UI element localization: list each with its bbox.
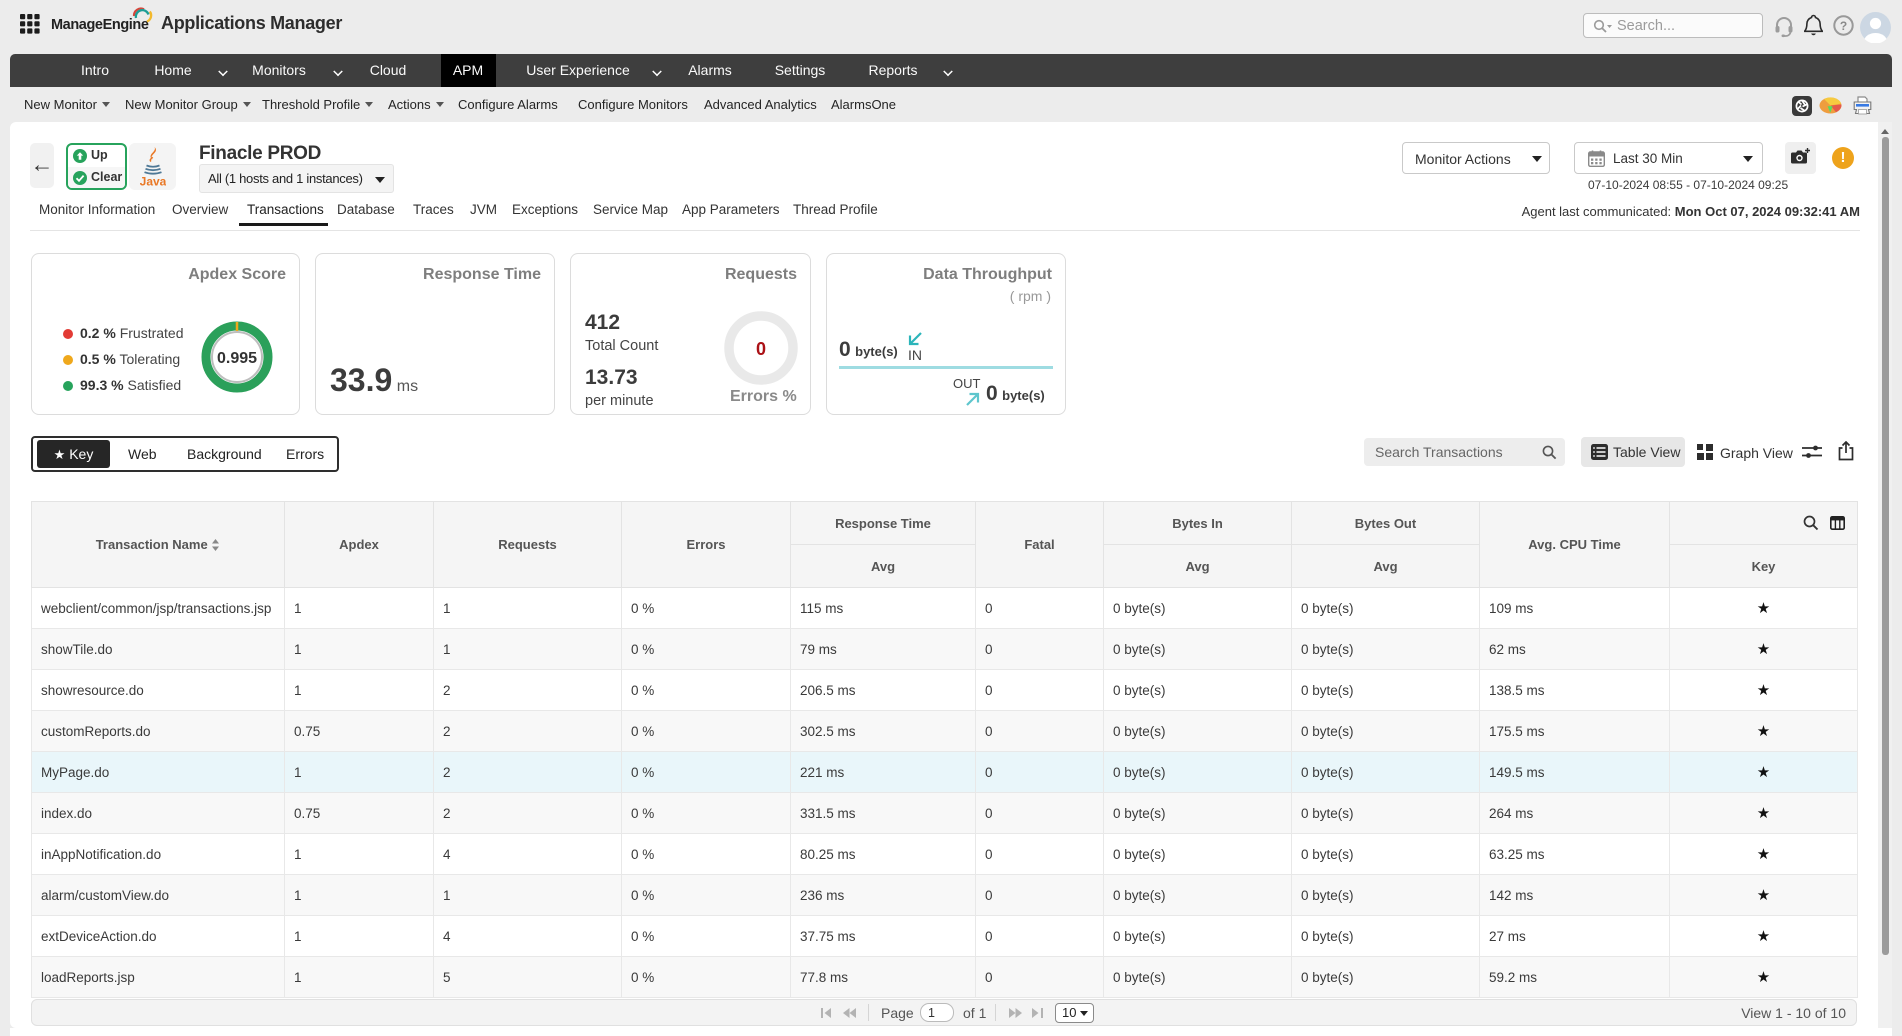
svg-text:0.995: 0.995 [217, 350, 257, 367]
svg-text:?: ? [1840, 19, 1847, 33]
svg-text:0: 0 [756, 339, 766, 359]
svg-text:Java: Java [140, 175, 166, 188]
